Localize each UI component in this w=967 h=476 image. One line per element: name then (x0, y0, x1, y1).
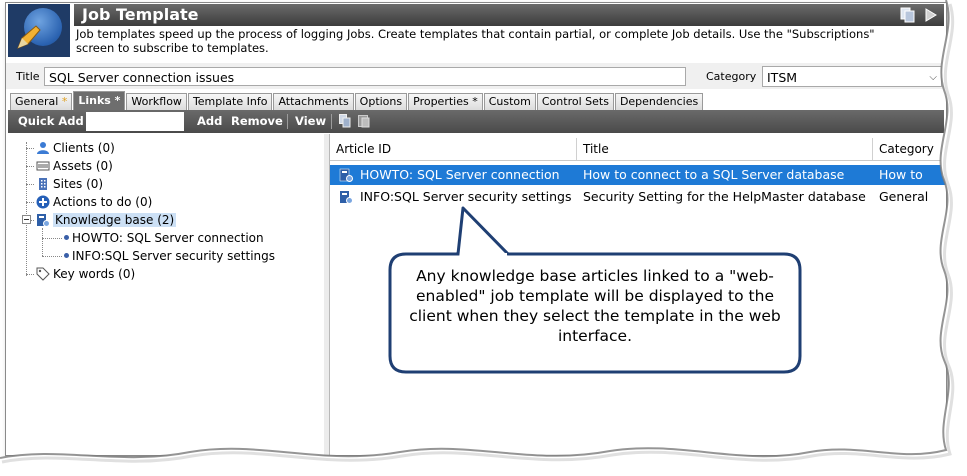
view-button[interactable]: View (295, 114, 326, 128)
tab-options[interactable]: Options (354, 93, 408, 110)
header: Job Template Job templates speed up the … (6, 3, 946, 59)
tab-attachments[interactable]: Attachments (273, 93, 354, 110)
tree-guide (26, 202, 34, 203)
tag-icon (36, 267, 50, 281)
tree-guide (42, 238, 62, 239)
tab-workflow[interactable]: Workflow (126, 93, 187, 110)
chevron-down-icon: ⌵ (929, 72, 937, 83)
quick-add-label: Quick Add (18, 114, 84, 128)
tree-guide (26, 148, 34, 149)
copy-icon[interactable] (900, 7, 916, 23)
tab-custom[interactable]: Custom (483, 93, 536, 110)
tree-item-label: Assets (0) (53, 159, 113, 173)
tree-item-label: Actions to do (0) (53, 195, 153, 209)
tab-template-info[interactable]: Template Info (187, 93, 273, 110)
tree-item-label: HOWTO: SQL Server connection (72, 231, 264, 245)
cell-title: How to connect to a SQL Server database (583, 167, 845, 182)
links-toolbar: Quick Add Add Remove View (8, 110, 944, 133)
table-row[interactable]: HOWTO: SQL Server connection How to conn… (330, 165, 946, 185)
tree-item-label: Knowledge base (2) (53, 213, 177, 227)
tab-properties[interactable]: Properties * (408, 93, 483, 110)
copy-icon[interactable] (339, 114, 351, 128)
tree-guide (26, 166, 34, 167)
column-separator[interactable] (872, 138, 873, 160)
job-template-logo-icon (8, 4, 70, 57)
tab-links[interactable]: Links * (73, 91, 126, 110)
toolbar-separator (331, 114, 332, 129)
title-label: Title (16, 70, 40, 83)
tab-general[interactable]: General * (10, 93, 73, 110)
tree-item-label: Clients (0) (53, 141, 115, 155)
knowledge-base-icon (339, 168, 353, 182)
column-header-title[interactable]: Title (583, 142, 609, 156)
tree-guide (42, 228, 43, 256)
grid-header: Article ID Title Category (330, 138, 946, 161)
column-header-category[interactable]: Category (879, 142, 934, 156)
window-description: Job templates speed up the process of lo… (76, 27, 875, 55)
tree-item-label: INFO:SQL Server security settings (72, 249, 276, 263)
tree-guide (42, 256, 62, 257)
add-button[interactable]: Add (197, 114, 222, 128)
tab-strip: General * Links * Workflow Template Info Att… (10, 91, 704, 110)
tree-item-knowledge-base[interactable]: Knowledge base (2) (36, 212, 177, 228)
title-row: Title SQL Server connection issues Categ… (6, 63, 946, 89)
links-tree: Clients (0) Assets (0) Sites (0) Actions… (8, 134, 325, 455)
tree-item-keywords[interactable]: Key words (0) (36, 266, 135, 282)
tree-item-actions[interactable]: Actions to do (0) (36, 194, 152, 210)
callout-pointer (456, 206, 510, 259)
window-title: Job Template (82, 5, 199, 24)
tab-dependencies[interactable]: Dependencies (614, 93, 704, 110)
bullet-icon (64, 235, 69, 240)
tree-guide (26, 142, 27, 276)
tab-control-sets[interactable]: Control Sets (536, 93, 614, 110)
column-header-article-id[interactable]: Article ID (336, 142, 391, 156)
column-separator[interactable] (576, 138, 577, 160)
cell-category: General (879, 189, 929, 204)
category-select[interactable]: ITSM ⌵ (762, 66, 942, 87)
tree-guide (26, 274, 34, 275)
quick-add-input[interactable] (86, 112, 184, 131)
toolbar-separator (287, 114, 288, 129)
bullet-icon (64, 253, 69, 258)
knowledge-base-icon (340, 191, 353, 204)
tree-guide (26, 184, 34, 185)
category-label: Category (706, 70, 757, 83)
callout-text: Any knowledge base articles linked to a … (409, 267, 781, 345)
remove-button[interactable]: Remove (231, 114, 283, 128)
tree-item-assets[interactable]: Assets (0) (36, 158, 113, 174)
tree-item-clients[interactable]: Clients (0) (36, 140, 115, 156)
tree-item-kb-article[interactable]: INFO:SQL Server security settings (64, 248, 275, 264)
title-input[interactable]: SQL Server connection issues (44, 67, 686, 86)
cell-article-id: HOWTO: SQL Server connection (360, 167, 560, 182)
tree-item-sites[interactable]: Sites (0) (36, 176, 103, 192)
pin-icon[interactable] (924, 7, 938, 23)
tree-item-label: Sites (0) (53, 177, 104, 191)
building-icon (39, 178, 47, 190)
plus-circle-icon (36, 195, 50, 209)
title-bar: Job Template (74, 4, 944, 26)
asset-icon (36, 161, 50, 171)
tree-item-label: Key words (0) (53, 267, 136, 281)
category-value: ITSM (767, 70, 798, 85)
cell-category: How to (879, 167, 923, 182)
tree-item-kb-article[interactable]: HOWTO: SQL Server connection (64, 230, 264, 246)
collapse-icon[interactable] (22, 215, 31, 224)
paste-icon[interactable] (358, 114, 370, 128)
client-icon (37, 142, 49, 154)
knowledge-base-icon (37, 214, 50, 227)
